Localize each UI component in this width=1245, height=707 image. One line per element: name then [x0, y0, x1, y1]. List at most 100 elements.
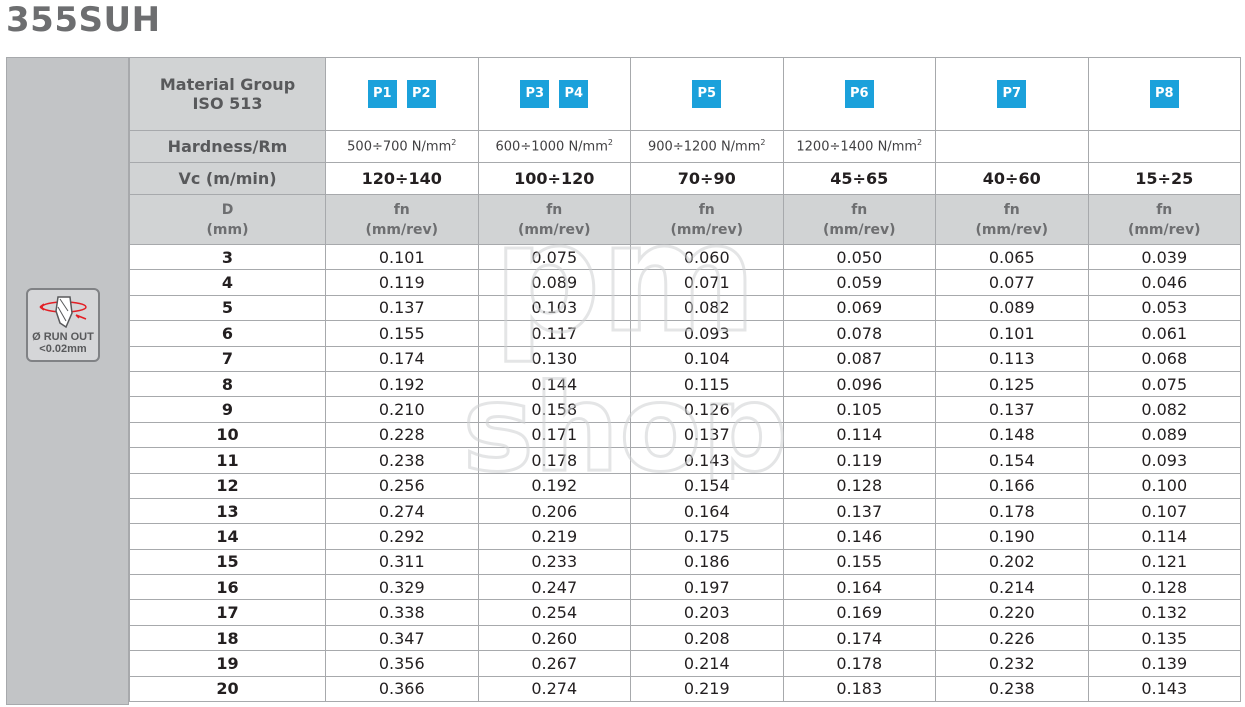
table-row: 4 0.119 0.089 0.071 0.059 0.077 0.046 [129, 269, 1241, 296]
fn-header: fn (mm/rev) [477, 194, 631, 245]
material-group-header: Material Group ISO 513 [129, 57, 326, 131]
column-header-row: D (mm) fn (mm/rev) fn (mm/rev) fn (mm/rev) f… [129, 194, 1241, 245]
material-badge: P6 [844, 80, 874, 108]
feed-value-cell: 0.060 [630, 243, 784, 271]
feed-value-cell: 0.039 [1087, 243, 1241, 271]
badge-cell: P7 [935, 57, 1089, 131]
material-group-row: Material Group ISO 513 P1 P2 P3 P4 P5 P6 P… [129, 57, 1241, 131]
fn-header: fn (mm/rev) [782, 194, 936, 245]
feed-value-cell: 0.219 [477, 523, 631, 550]
fn-label: fn [393, 201, 410, 218]
hardness-header: Hardness/Rm [129, 130, 326, 163]
fn-label: fn [698, 201, 715, 218]
feed-value-cell: 0.093 [1087, 447, 1241, 474]
badge-cell: P5 [630, 57, 784, 131]
feed-value-cell: 0.169 [782, 599, 936, 626]
feed-value-cell: 0.164 [630, 497, 784, 525]
diameter-cell: 14 [129, 523, 326, 550]
table-row: 7 0.174 0.130 0.104 0.087 0.113 0.068 [129, 345, 1241, 372]
table-row: 15 0.311 0.233 0.186 0.155 0.202 0.121 [129, 548, 1241, 576]
feed-value-cell: 0.256 [325, 472, 479, 499]
feed-value-cell: 0.197 [630, 574, 784, 601]
feed-value-cell: 0.105 [782, 396, 936, 423]
feed-value-cell: 0.089 [477, 269, 631, 296]
feed-value-cell: 0.132 [1087, 599, 1241, 626]
fn-unit: (mm/rev) [365, 221, 439, 238]
feed-value-cell: 0.119 [325, 269, 479, 296]
iso-label: ISO 513 [192, 94, 263, 113]
d-label: D [221, 201, 234, 218]
feed-value-cell: 0.071 [630, 269, 784, 296]
feed-value-cell: 0.143 [630, 447, 784, 474]
feed-value-cell: 0.203 [630, 599, 784, 626]
feed-value-cell: 0.137 [782, 497, 936, 525]
vc-value: 120÷140 [325, 162, 479, 195]
feed-value-cell: 0.366 [325, 675, 479, 703]
feed-value-cell: 0.274 [477, 675, 631, 703]
feed-value-cell: 0.121 [1087, 548, 1241, 576]
hardness-cell: 1200÷1400 N/mm2 [782, 130, 936, 163]
feed-value-cell: 0.228 [325, 421, 479, 449]
feed-value-cell: 0.089 [1087, 421, 1241, 449]
table-row: 9 0.210 0.158 0.126 0.105 0.137 0.082 [129, 396, 1241, 423]
feed-value-cell: 0.059 [782, 269, 936, 296]
vc-value: 45÷65 [782, 162, 936, 195]
feed-value-cell: 0.096 [782, 370, 936, 398]
hardness-sup: 2 [451, 138, 457, 148]
feed-value-cell: 0.178 [935, 497, 1089, 525]
feed-value-cell: 0.154 [630, 472, 784, 499]
feed-value-cell: 0.103 [477, 294, 631, 322]
feed-value-cell: 0.174 [325, 345, 479, 372]
vc-row: Vc (m/min) 120÷140 100÷120 70÷90 45÷65 4… [129, 162, 1241, 195]
feed-value-cell: 0.232 [935, 650, 1089, 677]
fn-label: fn [1003, 201, 1020, 218]
feed-value-cell: 0.186 [630, 548, 784, 576]
feed-value-cell: 0.329 [325, 574, 479, 601]
feed-value-cell: 0.148 [935, 421, 1089, 449]
feed-value-cell: 0.093 [630, 320, 784, 347]
feed-value-cell: 0.089 [935, 294, 1089, 322]
diameter-cell: 17 [129, 599, 326, 626]
feed-value-cell: 0.178 [782, 650, 936, 677]
feed-value-cell: 0.238 [935, 675, 1089, 703]
feed-value-cell: 0.208 [630, 624, 784, 652]
badge-cell: P6 [782, 57, 936, 131]
runout-label: Ø RUN OUT [32, 331, 94, 343]
feed-value-cell: 0.128 [1087, 574, 1241, 601]
feed-value-cell: 0.356 [325, 650, 479, 677]
fn-unit: (mm/rev) [822, 221, 896, 238]
table-row: 3 0.101 0.075 0.060 0.050 0.065 0.039 [129, 243, 1241, 271]
hardness-cell [1087, 130, 1241, 163]
fn-label: fn [851, 201, 868, 218]
runout-tolerance: <0.02mm [39, 343, 87, 355]
table-row: 17 0.338 0.254 0.203 0.169 0.220 0.132 [129, 599, 1241, 626]
hardness-value: 1200÷1400 N/mm [796, 139, 918, 155]
diameter-cell: 20 [129, 675, 326, 703]
hardness-sup: 2 [607, 138, 613, 148]
feed-value-cell: 0.114 [1087, 523, 1241, 550]
feed-value-cell: 0.100 [1087, 472, 1241, 499]
page-title: 355SUH [6, 0, 161, 40]
material-badge: P3 [520, 80, 550, 108]
hardness-sup: 2 [760, 138, 766, 148]
feed-value-cell: 0.053 [1087, 294, 1241, 322]
feed-value-cell: 0.139 [1087, 650, 1241, 677]
vc-header: Vc (m/min) [129, 162, 326, 195]
feed-value-cell: 0.175 [630, 523, 784, 550]
table-row: 8 0.192 0.144 0.115 0.096 0.125 0.075 [129, 370, 1241, 398]
table-row: 16 0.329 0.247 0.197 0.164 0.214 0.128 [129, 574, 1241, 601]
feed-value-cell: 0.155 [782, 548, 936, 576]
material-badge: P8 [1149, 80, 1179, 108]
feed-value-cell: 0.214 [935, 574, 1089, 601]
material-badge: P7 [997, 80, 1027, 108]
feed-value-cell: 0.061 [1087, 320, 1241, 347]
table-row: 20 0.366 0.274 0.219 0.183 0.238 0.143 [129, 675, 1241, 703]
table-row: 11 0.238 0.178 0.143 0.119 0.154 0.093 [129, 447, 1241, 474]
table-row: 14 0.292 0.219 0.175 0.146 0.190 0.114 [129, 523, 1241, 550]
hardness-sup: 2 [917, 138, 923, 148]
feed-value-cell: 0.101 [325, 243, 479, 271]
feed-value-cell: 0.075 [1087, 370, 1241, 398]
feed-value-cell: 0.202 [935, 548, 1089, 576]
diameter-cell: 4 [129, 269, 326, 296]
feed-value-cell: 0.101 [935, 320, 1089, 347]
